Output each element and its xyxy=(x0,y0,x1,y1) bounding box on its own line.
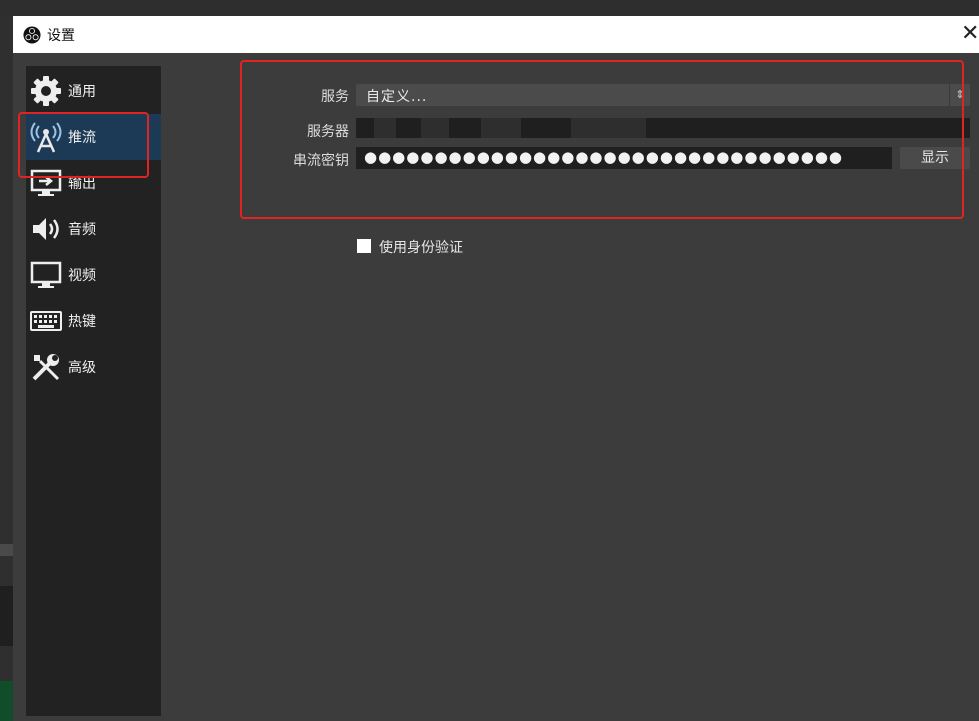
sidebar-item-label: 通用 xyxy=(68,84,96,100)
close-button[interactable]: ✕ xyxy=(961,21,979,47)
sidebar-item-video[interactable]: 视频 xyxy=(26,252,161,298)
sidebar-item-advanced[interactable]: 高级 xyxy=(26,344,161,390)
sidebar-item-hotkeys[interactable]: 热键 xyxy=(26,298,161,344)
use-auth-checkbox[interactable] xyxy=(357,239,371,253)
sidebar-item-label: 视频 xyxy=(68,268,96,284)
gear-icon xyxy=(29,74,63,108)
monitor-icon xyxy=(29,258,63,292)
title-bar: 设置 ✕ xyxy=(13,16,979,53)
sidebar-item-label: 热键 xyxy=(68,314,96,330)
sidebar-item-label: 音频 xyxy=(68,222,96,238)
background-window-edge xyxy=(0,16,13,721)
speaker-icon xyxy=(29,212,63,246)
keyboard-icon xyxy=(29,304,63,338)
sidebar-item-audio[interactable]: 音频 xyxy=(26,206,161,252)
window-title: 设置 xyxy=(47,27,75,44)
obs-logo-icon xyxy=(23,25,41,44)
sidebar-item-general[interactable]: 通用 xyxy=(26,68,161,114)
tools-icon xyxy=(29,350,63,384)
sidebar-item-label: 高级 xyxy=(68,360,96,376)
use-auth-label: 使用身份验证 xyxy=(379,240,463,256)
background-window-strip xyxy=(0,0,979,16)
annotation-box-sidebar xyxy=(18,112,149,178)
annotation-box-form xyxy=(240,60,964,219)
